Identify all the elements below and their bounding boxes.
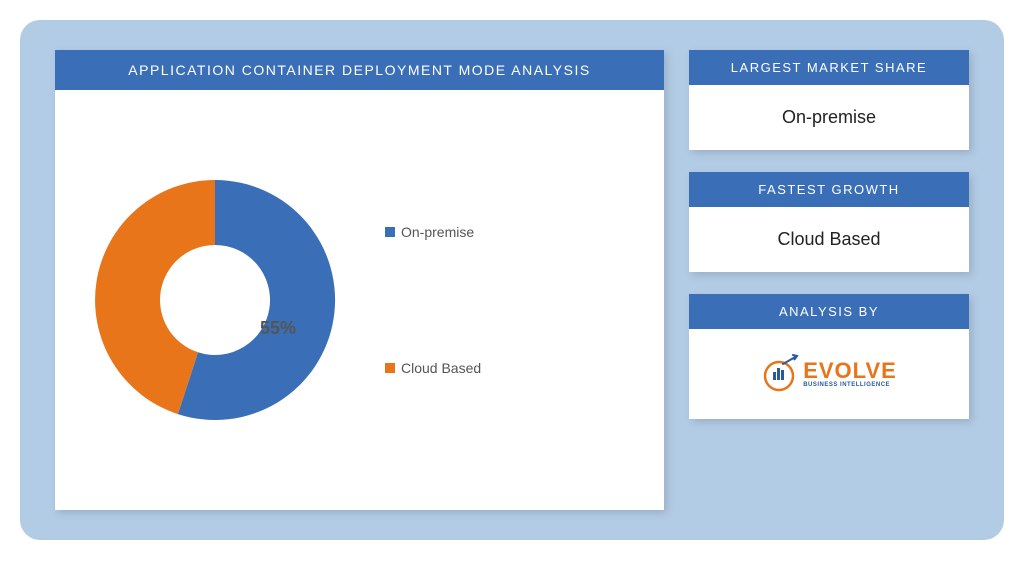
donut-svg xyxy=(85,170,345,430)
evolve-logo: EVOLVE BUSINESS INTELLIGENCE xyxy=(761,354,897,394)
chart-legend: On-premise Cloud Based xyxy=(385,224,481,376)
legend-label: Cloud Based xyxy=(401,360,481,376)
card-header: FASTEST GROWTH xyxy=(689,172,969,207)
legend-item-cloud-based: Cloud Based xyxy=(385,360,481,376)
card-header: ANALYSIS BY xyxy=(689,294,969,329)
chart-title: APPLICATION CONTAINER DEPLOYMENT MODE AN… xyxy=(55,50,664,90)
slice-label-on-premise: 55% xyxy=(260,318,296,339)
chart-panel: APPLICATION CONTAINER DEPLOYMENT MODE AN… xyxy=(55,50,664,510)
legend-swatch-icon xyxy=(385,227,395,237)
card-header: LARGEST MARKET SHARE xyxy=(689,50,969,85)
legend-item-on-premise: On-premise xyxy=(385,224,481,240)
card-fastest-growth: FASTEST GROWTH Cloud Based xyxy=(689,172,969,272)
side-panel: LARGEST MARKET SHARE On-premise FASTEST … xyxy=(689,50,969,510)
logo-globe-icon xyxy=(761,354,801,394)
card-value: Cloud Based xyxy=(689,207,969,272)
logo-container: EVOLVE BUSINESS INTELLIGENCE xyxy=(689,329,969,419)
logo-brand-text: EVOLVE xyxy=(803,360,897,382)
card-analysis-by: ANALYSIS BY xyxy=(689,294,969,419)
donut-chart: 55% xyxy=(85,170,345,430)
legend-swatch-icon xyxy=(385,363,395,373)
chart-body: 55% On-premise Cloud Based xyxy=(55,90,664,510)
logo-tagline-text: BUSINESS INTELLIGENCE xyxy=(803,382,897,388)
card-largest-market-share: LARGEST MARKET SHARE On-premise xyxy=(689,50,969,150)
card-value: On-premise xyxy=(689,85,969,150)
legend-label: On-premise xyxy=(401,224,474,240)
dashboard-container: APPLICATION CONTAINER DEPLOYMENT MODE AN… xyxy=(20,20,1004,540)
